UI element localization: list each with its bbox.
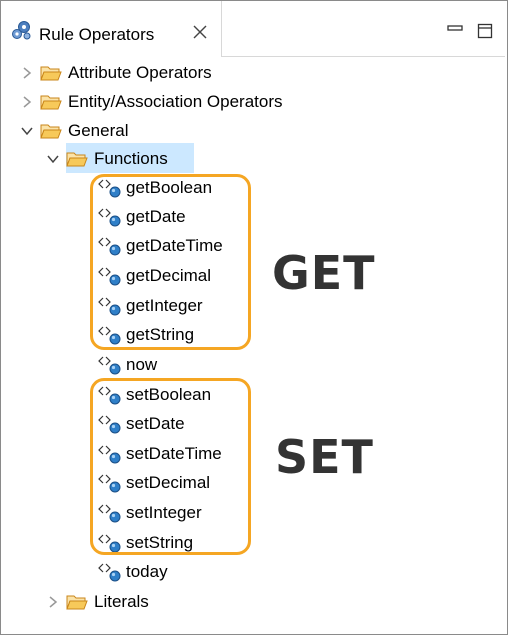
chevron-right-icon[interactable]	[20, 95, 34, 109]
view-title: Rule Operators	[39, 25, 155, 44]
function-icon	[98, 267, 121, 285]
close-icon[interactable]	[191, 23, 209, 41]
function-icon	[98, 237, 121, 255]
tree-item-today[interactable]: today	[97, 557, 168, 586]
tree-item-label: getDecimal	[126, 265, 212, 285]
folder-open-icon	[40, 124, 62, 138]
tree-item-literals[interactable]: Literals	[46, 587, 149, 616]
tree-item-label: Attribute Operators	[68, 62, 212, 82]
tree-item-entity-association-operators[interactable]: Entity/Association Operators	[20, 87, 282, 116]
tree-item-label: setBoolean	[126, 384, 212, 404]
folder-open-icon	[40, 66, 62, 80]
function-icon	[98, 179, 121, 197]
rule-operators-icon	[12, 21, 31, 40]
tree-item-label: setDate	[126, 413, 185, 433]
function-icon	[98, 563, 121, 581]
function-icon	[98, 386, 121, 404]
tree-item-label: Entity/Association Operators	[68, 91, 283, 111]
tree-item-get-decimal[interactable]: getDecimal	[97, 261, 211, 290]
tab-header-divider	[221, 56, 505, 57]
tree-item-get-string[interactable]: getString	[97, 320, 194, 349]
tree-item-general[interactable]: General	[20, 116, 128, 145]
function-icon	[98, 474, 121, 492]
tree-item-label: getBoolean	[126, 177, 213, 197]
get-annotation-label: GET	[272, 246, 376, 300]
function-icon	[98, 297, 121, 315]
tree-item-set-boolean[interactable]: setBoolean	[97, 380, 211, 409]
tree-item-get-date[interactable]: getDate	[97, 202, 186, 231]
tree-item-label: setDateTime	[126, 443, 222, 463]
tree-item-label: General	[68, 120, 129, 140]
tree-item-get-integer[interactable]: getInteger	[97, 291, 203, 320]
tree-item-set-decimal[interactable]: setDecimal	[97, 468, 210, 497]
function-icon	[98, 326, 121, 344]
tree-item-label: getInteger	[126, 295, 203, 315]
tree-item-label: getString	[126, 324, 195, 344]
tree-item-label: setString	[126, 532, 194, 552]
tree-item-label: now	[126, 354, 158, 374]
chevron-down-icon[interactable]	[20, 124, 34, 138]
tree-item-label: getDateTime	[126, 235, 223, 255]
tree-item-get-boolean[interactable]: getBoolean	[97, 173, 212, 202]
chevron-down-icon[interactable]	[46, 152, 60, 166]
minimize-icon[interactable]	[446, 22, 464, 40]
tree-item-set-string[interactable]: setString	[97, 528, 193, 557]
function-icon	[98, 415, 121, 433]
maximize-icon[interactable]	[476, 22, 494, 40]
tree-item-set-datetime[interactable]: setDateTime	[97, 439, 222, 468]
tree-item-get-datetime[interactable]: getDateTime	[97, 231, 223, 260]
set-annotation-label: SET	[275, 430, 374, 484]
tree-item-label: getDate	[126, 206, 186, 226]
function-icon	[98, 356, 121, 374]
tree-item-functions[interactable]: Functions	[46, 144, 168, 173]
folder-open-icon	[66, 595, 88, 609]
view-tab[interactable]: Rule Operators	[1, 1, 222, 57]
tree-item-now[interactable]: now	[97, 350, 157, 379]
function-icon	[98, 534, 121, 552]
function-icon	[98, 445, 121, 463]
tree-item-label: Literals	[94, 591, 149, 611]
function-icon	[98, 208, 121, 226]
folder-open-icon	[66, 152, 88, 166]
chevron-right-icon[interactable]	[46, 595, 60, 609]
tree-item-attribute-operators[interactable]: Attribute Operators	[20, 58, 212, 87]
tree-item-label: setInteger	[126, 502, 202, 522]
folder-open-icon	[40, 95, 62, 109]
function-icon	[98, 504, 121, 522]
tree-item-set-date[interactable]: setDate	[97, 409, 185, 438]
chevron-right-icon[interactable]	[20, 66, 34, 80]
tree-item-set-integer[interactable]: setInteger	[97, 498, 202, 527]
tree-item-label: setDecimal	[126, 472, 211, 492]
tree-item-label: Functions	[94, 148, 168, 168]
tree-item-label: today	[126, 561, 168, 581]
